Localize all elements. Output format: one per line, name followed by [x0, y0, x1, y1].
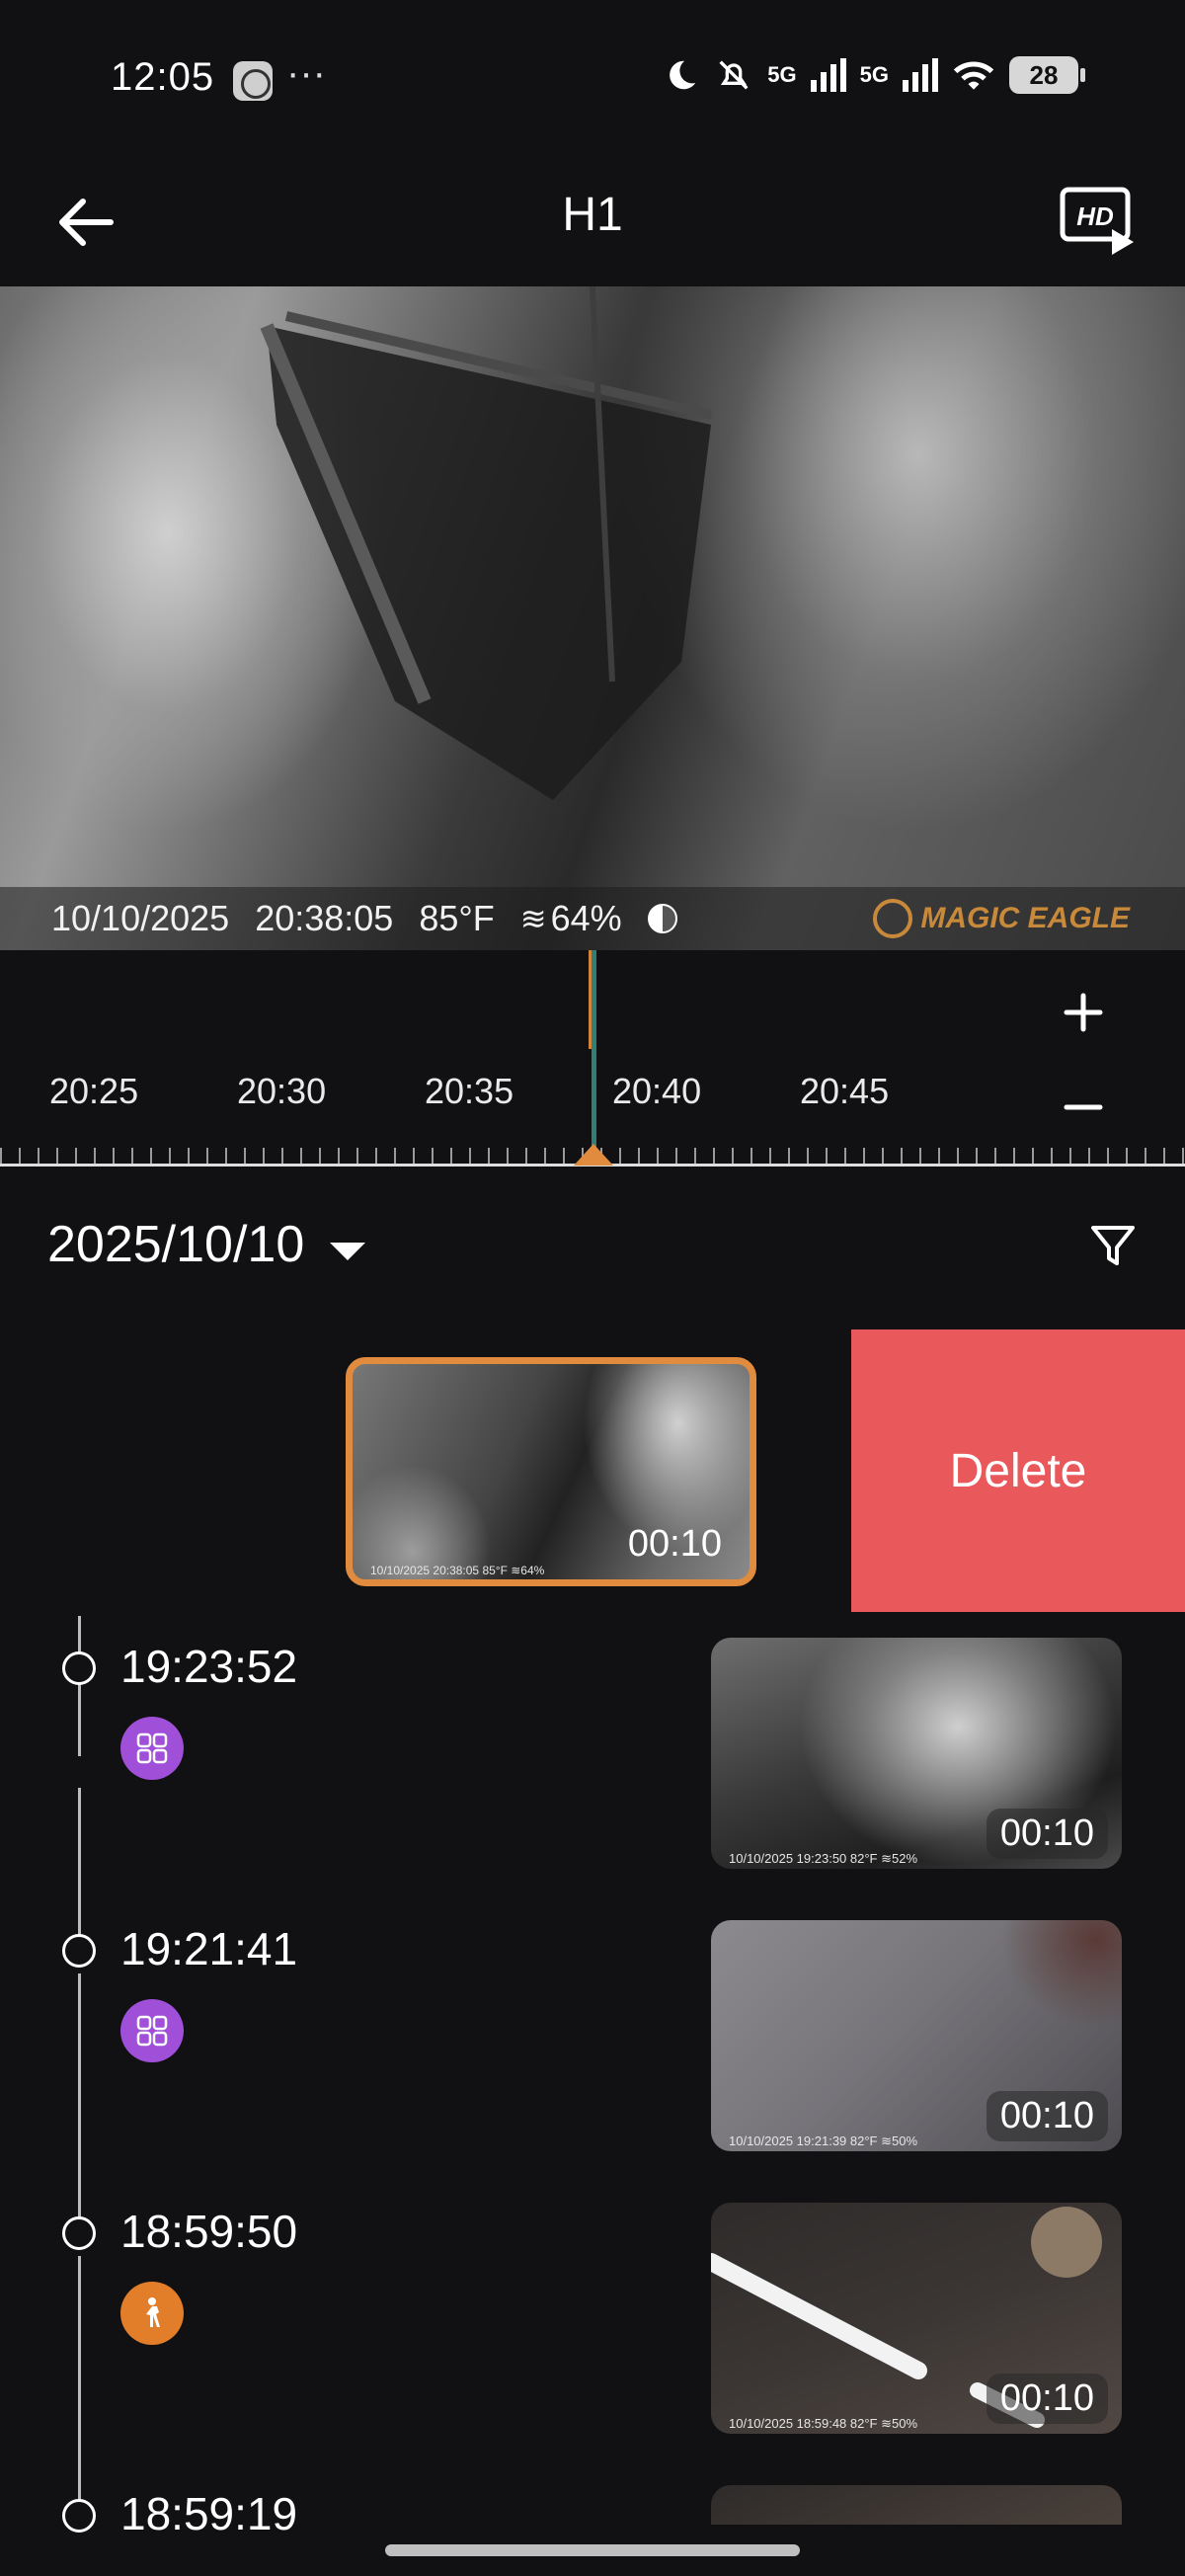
clip-thumbnail[interactable]: 10/10/2025 19:23:50 82°F ≋52% 00:10	[711, 1638, 1122, 1869]
video-player[interactable]: 10/10/2025 20:38:05 85°F ≋ 64% MAGIC EAG…	[0, 286, 1185, 950]
video-humidity: 64%	[550, 898, 622, 938]
page-title: H1	[562, 189, 623, 241]
video-scene	[260, 286, 713, 800]
clip-duration: 00:10	[986, 2374, 1108, 2424]
timeline-label: 20:40	[612, 1071, 702, 1111]
video-temperature: 85°F	[419, 898, 495, 938]
event-time[interactable]: 19:21:41	[120, 1922, 297, 1975]
signal-bars-icon	[810, 58, 846, 92]
zoom-in-icon[interactable]	[1063, 992, 1104, 1033]
timeline-playhead[interactable]	[592, 950, 596, 1164]
caret-down-icon[interactable]	[330, 1243, 365, 1260]
status-icons: 5G 5G 28	[663, 55, 1085, 95]
selected-clip-thumbnail[interactable]: 10/10/2025 20:38:05 85°F ≋64% 00:10	[346, 1357, 756, 1586]
event-type-badge	[120, 1717, 184, 1780]
playhead-pointer-icon	[574, 1144, 613, 1166]
timeline-connector	[78, 1973, 81, 2224]
clip-thumbnail[interactable]	[711, 2485, 1122, 2525]
watermark-logo: MAGIC EAGLE	[873, 899, 1130, 938]
timeline-connector	[78, 1788, 81, 1942]
thumbnail-caption: 10/10/2025 19:23:50 82°F ≋52%	[729, 1851, 918, 1866]
humidity-icon: ≋	[519, 901, 547, 936]
event-time[interactable]: 19:23:52	[120, 1640, 297, 1693]
thumbnail-caption: 10/10/2025 18:59:48 82°F ≋50%	[729, 2416, 918, 2431]
grid-icon	[136, 1732, 168, 1764]
timeline-label: 20:30	[237, 1071, 327, 1111]
timeline-node	[62, 2216, 96, 2250]
top-app-bar: H1 HD	[0, 158, 1185, 286]
timeline-scrubber[interactable]: 20:25 20:30 20:35 20:40 20:45	[0, 950, 1185, 1167]
watermark-text: MAGIC EAGLE	[920, 902, 1130, 934]
event-time[interactable]: 18:59:50	[120, 2205, 297, 2258]
clip-duration: 00:10	[986, 1809, 1108, 1859]
timeline-label: 20:25	[49, 1071, 139, 1111]
clock-app-icon	[233, 61, 273, 101]
bell-muted-icon	[719, 60, 749, 90]
moon-icon	[670, 60, 696, 90]
logo-icon	[873, 899, 913, 938]
person-icon	[146, 2297, 160, 2327]
signal-1-label: 5G	[767, 62, 797, 87]
recording-marker	[589, 950, 592, 1049]
timeline-label: 20:45	[800, 1071, 890, 1111]
hd-play-icon[interactable]: HD	[1059, 186, 1138, 257]
signal-bars-icon	[903, 58, 938, 92]
video-time: 20:38:05	[255, 898, 394, 938]
battery-indicator: 28	[1009, 56, 1085, 94]
delete-button[interactable]: Delete	[851, 1329, 1185, 1612]
filter-icon[interactable]	[1088, 1221, 1138, 1270]
thumbnail-caption: 10/10/2025 20:38:05 85°F ≋64%	[370, 1564, 545, 1577]
clip-thumbnail[interactable]: 10/10/2025 19:21:39 82°F ≋50% 00:10	[711, 1920, 1122, 2151]
video-date: 10/10/2025	[51, 898, 230, 938]
timeline-connector	[78, 2256, 81, 2509]
status-bar: 12:05 ··· 5G 5G 28	[0, 0, 1185, 158]
clip-duration: 00:10	[986, 2091, 1108, 2141]
date-filter-row: 2025/10/10	[0, 1215, 1185, 1314]
more-notifications-icon: ···	[286, 51, 326, 95]
grid-icon	[136, 2015, 168, 2047]
status-time: 12:05	[111, 55, 215, 99]
clip-duration: 00:10	[627, 1523, 722, 1565]
thumbnail-caption: 10/10/2025 19:21:39 82°F ≋50%	[729, 2133, 918, 2148]
timeline-node	[62, 1651, 96, 1685]
timeline-node	[62, 2499, 96, 2533]
timeline-label: 20:35	[425, 1071, 514, 1111]
signal-2-label: 5G	[859, 62, 889, 87]
clip-thumbnail[interactable]: 10/10/2025 18:59:48 82°F ≋50% 00:10	[711, 2203, 1122, 2434]
svg-text:HD: HD	[1076, 201, 1114, 231]
event-type-badge	[120, 2282, 184, 2345]
event-type-badge	[120, 1999, 184, 2062]
wifi-icon	[953, 61, 994, 90]
event-time[interactable]: 18:59:19	[120, 2487, 297, 2540]
timeline-node	[62, 1934, 96, 1968]
timeline-connector	[78, 1616, 81, 1756]
zoom-out-icon[interactable]	[1063, 1087, 1104, 1128]
moon-phase-icon	[647, 904, 677, 933]
home-indicator[interactable]	[385, 2544, 800, 2556]
date-selector[interactable]: 2025/10/10	[47, 1215, 304, 1274]
